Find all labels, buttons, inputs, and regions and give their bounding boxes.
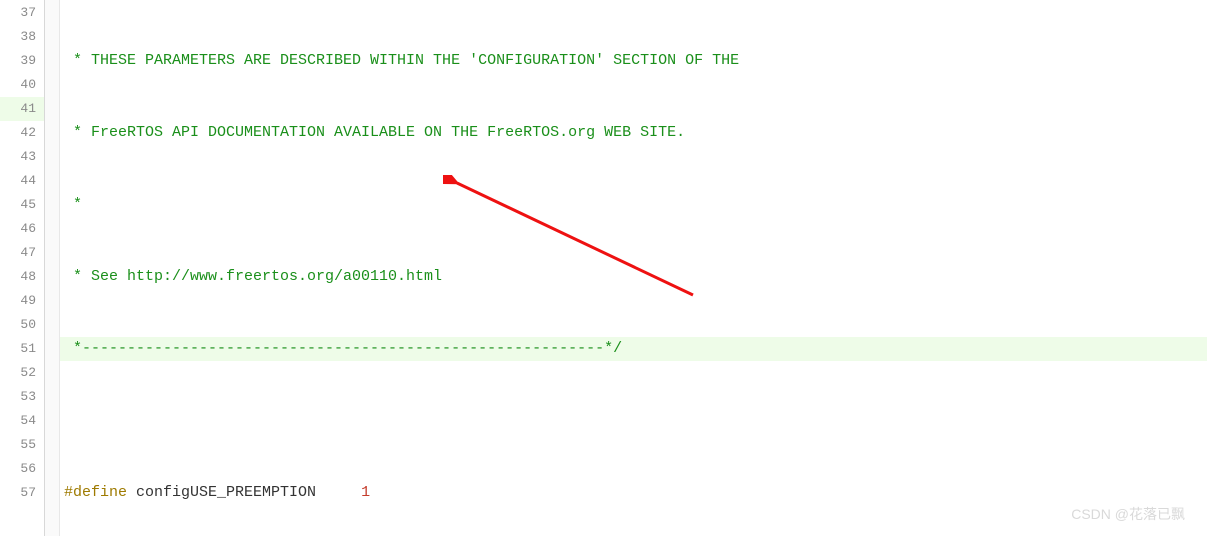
line-number: 40 <box>0 73 44 97</box>
line-number: 49 <box>0 289 44 313</box>
macro-name: configUSE_PREEMPTION <box>127 484 361 501</box>
comment-text: * See http://www.freertos.org/a00110.htm… <box>64 268 442 285</box>
line-number: 48 <box>0 265 44 289</box>
line-number: 47 <box>0 241 44 265</box>
code-line: * <box>60 193 1207 217</box>
line-number: 54 <box>0 409 44 433</box>
line-number: 50 <box>0 313 44 337</box>
comment-text: * FreeRTOS API DOCUMENTATION AVAILABLE O… <box>64 124 685 141</box>
line-number: 45 <box>0 193 44 217</box>
preproc-directive: #define <box>64 484 127 501</box>
comment-text: *---------------------------------------… <box>64 340 622 357</box>
line-number: 55 <box>0 433 44 457</box>
line-number: 56 <box>0 457 44 481</box>
line-number: 44 <box>0 169 44 193</box>
code-line-highlighted: *---------------------------------------… <box>60 337 1207 361</box>
comment-text: * THESE PARAMETERS ARE DESCRIBED WITHIN … <box>64 52 739 69</box>
marker-margin <box>45 0 60 536</box>
line-number: 46 <box>0 217 44 241</box>
line-number: 57 <box>0 481 44 505</box>
line-number: 38 <box>0 25 44 49</box>
line-number: 39 <box>0 49 44 73</box>
code-line: * THESE PARAMETERS ARE DESCRIBED WITHIN … <box>60 49 1207 73</box>
code-line: #define configUSE_PREEMPTION 1 <box>60 481 1207 505</box>
line-number: 37 <box>0 1 44 25</box>
line-number: 41 <box>0 97 44 121</box>
line-number: 53 <box>0 385 44 409</box>
code-line: * See http://www.freertos.org/a00110.htm… <box>60 265 1207 289</box>
code-area[interactable]: * THESE PARAMETERS ARE DESCRIBED WITHIN … <box>60 0 1207 536</box>
code-line <box>60 409 1207 433</box>
code-editor[interactable]: 3738394041424344454647484950515253545556… <box>0 0 1207 536</box>
line-number: 43 <box>0 145 44 169</box>
line-number: 51 <box>0 337 44 361</box>
comment-text: * <box>64 196 82 213</box>
line-number: 52 <box>0 361 44 385</box>
code-line: * FreeRTOS API DOCUMENTATION AVAILABLE O… <box>60 121 1207 145</box>
line-number-gutter: 3738394041424344454647484950515253545556… <box>0 0 45 536</box>
number-literal: 1 <box>361 484 370 501</box>
line-number: 42 <box>0 121 44 145</box>
